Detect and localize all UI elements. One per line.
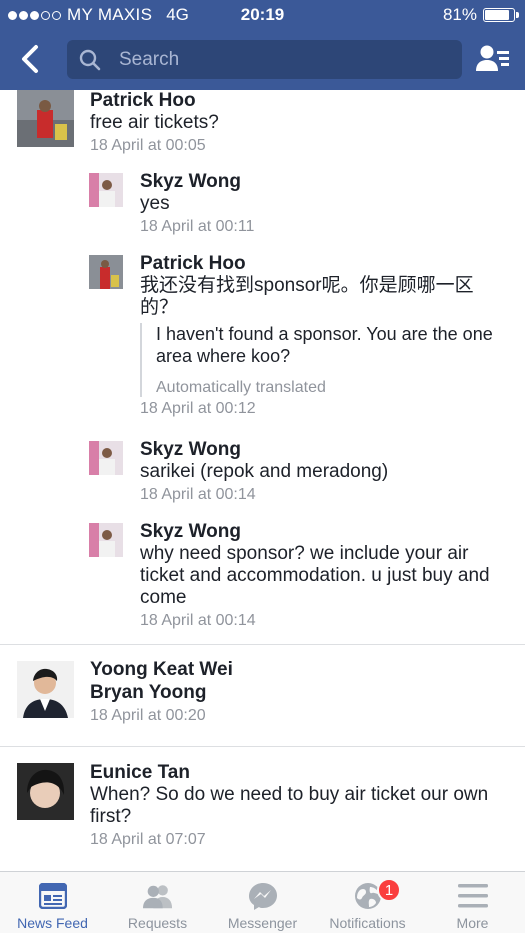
tab-notifications[interactable]: 1 Notifications (315, 872, 420, 933)
translation-note[interactable]: Automatically translated (156, 379, 510, 397)
messenger-icon (248, 882, 278, 910)
comment-timestamp: 18 April at 00:14 (140, 486, 256, 503)
comment-text: sarikei (repok and meradong) (140, 461, 389, 482)
menu-icon (457, 882, 488, 910)
comment: Patrick Hoo free air tickets? 18 April a… (90, 90, 510, 155)
comment-text: free air tickets? (90, 112, 219, 133)
chevron-left-icon (22, 45, 38, 73)
tab-label: Requests (127, 915, 188, 931)
friends-list-button[interactable] (475, 42, 511, 76)
tab-requests[interactable]: Requests (105, 872, 210, 933)
search-bar[interactable] (67, 40, 462, 79)
comment-text: When? So do we need to buy air ticket ou… (90, 784, 489, 827)
comment-timestamp: 18 April at 07:07 (90, 831, 206, 848)
comment-timestamp: 18 April at 00:20 (90, 707, 206, 724)
translated-text: I haven't found a sponsor. You are the o… (156, 324, 493, 366)
comment-author[interactable]: Yoong Keat Wei (90, 659, 510, 681)
avatar[interactable] (89, 441, 123, 475)
translation-block: I haven't found a sponsor. You are the o… (140, 323, 510, 397)
comment-reply: Skyz Wong why need sponsor? we include y… (140, 521, 510, 630)
avatar[interactable] (89, 255, 123, 289)
top-navigation-bar: MY MAXIS 4G 20:19 81% (0, 0, 525, 90)
news-feed-icon (38, 882, 68, 910)
comment: Yoong Keat Wei Bryan Yoong 18 April at 0… (90, 659, 510, 725)
avatar[interactable] (17, 661, 74, 718)
status-bar: MY MAXIS 4G 20:19 81% (0, 0, 525, 30)
avatar[interactable] (17, 763, 74, 820)
comment-author[interactable]: Skyz Wong (140, 521, 510, 543)
tab-label: Messenger (227, 915, 298, 931)
comment-timestamp: 18 April at 00:05 (90, 137, 206, 154)
notification-badge: 1 (377, 878, 401, 902)
tab-news-feed[interactable]: News Feed (0, 872, 105, 933)
tab-messenger[interactable]: Messenger (210, 872, 315, 933)
comment-reply: Patrick Hoo 我还没有找到sponsor呢。你是顾哪一区的？ I ha… (140, 253, 510, 418)
divider (0, 644, 525, 645)
avatar[interactable] (89, 523, 123, 557)
comment-text: 我还没有找到sponsor呢。你是顾哪一区的？ (140, 275, 474, 318)
battery-percent: 81% (442, 5, 477, 24)
tab-more[interactable]: More (420, 872, 525, 933)
comment-timestamp: 18 April at 00:12 (140, 400, 256, 417)
comment-text: why need sponsor? we include your air ti… (140, 543, 490, 608)
back-button[interactable] (14, 42, 46, 76)
tagged-user[interactable]: Bryan Yoong (90, 682, 510, 704)
friends-list-icon (476, 45, 509, 71)
comment-timestamp: 18 April at 00:11 (140, 218, 255, 235)
comment-author[interactable]: Skyz Wong (140, 439, 510, 461)
comments-feed: Patrick Hoo free air tickets? 18 April a… (0, 90, 525, 871)
comment-author[interactable]: Patrick Hoo (90, 90, 510, 112)
tab-label: News Feed (17, 915, 88, 931)
comment-reply: Skyz Wong yes 18 April at 00:11 (140, 171, 510, 236)
comment: Eunice Tan When? So do we need to buy ai… (90, 762, 510, 849)
comment-timestamp: 18 April at 00:14 (140, 612, 256, 629)
tab-label: Notifications (329, 915, 406, 931)
comment-author[interactable]: Eunice Tan (90, 762, 510, 784)
comment-author[interactable]: Skyz Wong (140, 171, 510, 193)
bottom-tab-bar: News Feed Requests Messenger 1 Notificat… (0, 871, 525, 933)
avatar[interactable] (17, 90, 74, 147)
search-icon (79, 49, 101, 70)
friend-requests-icon (142, 882, 173, 910)
comment-reply: Skyz Wong sarikei (repok and meradong) 1… (140, 439, 510, 504)
battery-icon (483, 8, 519, 22)
comment-author[interactable]: Patrick Hoo (140, 253, 510, 275)
avatar[interactable] (89, 173, 123, 207)
status-right: 81% (442, 5, 519, 25)
tab-label: More (456, 915, 489, 931)
comment-text: yes (140, 193, 170, 214)
divider (0, 746, 525, 747)
search-input[interactable] (119, 48, 439, 71)
